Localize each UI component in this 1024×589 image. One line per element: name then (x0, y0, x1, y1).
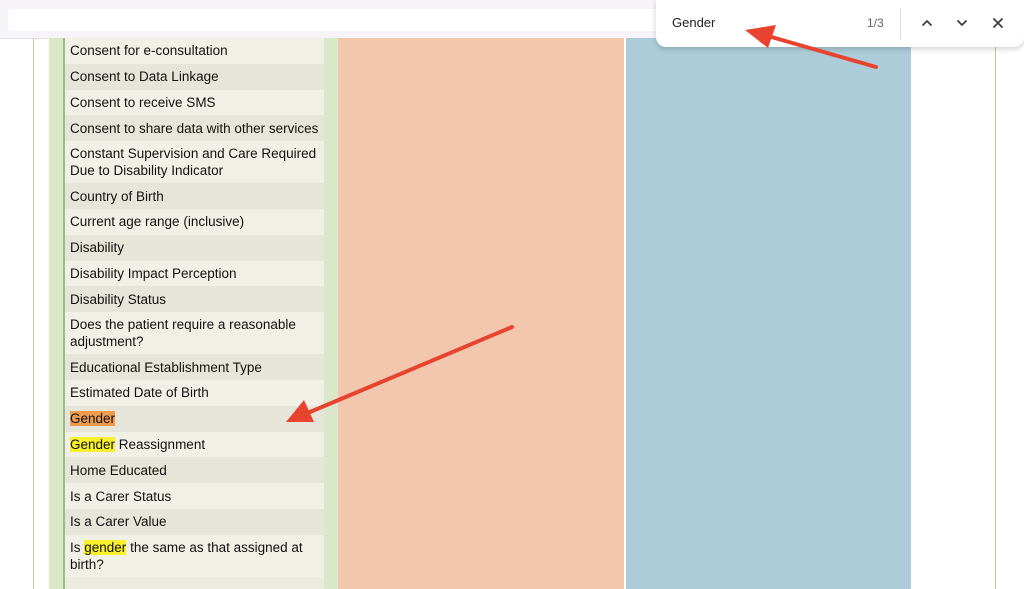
list-item-text: Consent to receive SMS (70, 94, 216, 110)
list-item: Consent to receive SMS (65, 89, 324, 116)
data-item-list: Consent for e-consultation Consent to Dat… (63, 38, 324, 589)
list-item: Gender (65, 405, 324, 432)
address-area (8, 9, 668, 31)
list-item: Is a Carer Status (65, 483, 324, 509)
next-match-button[interactable] (951, 12, 973, 34)
list-item-text: Is a Carer Status (70, 488, 172, 504)
list-item-text: Constant Supervision and Care Required D… (70, 146, 317, 179)
list-item-text: Estimated Date of Birth (70, 385, 209, 401)
list-item-text: Educational Establishment Type (70, 359, 262, 375)
list-item-text: Reassignment (115, 436, 206, 452)
list-item-text: Current age range (inclusive) (70, 214, 245, 230)
list-item-text: Consent to Data Linkage (70, 69, 219, 85)
page-frame-left (33, 38, 34, 589)
list-item-text: Country of Birth (70, 188, 164, 204)
search-match-highlight: gender (84, 539, 127, 555)
list-item-label: Is gender the same as that assigned at b… (70, 539, 319, 573)
list-item-label: Constant Supervision and Care Required D… (70, 145, 319, 179)
current-match-highlight: Gender (70, 411, 116, 427)
list-item-label: Consent to receive SMS (70, 94, 216, 111)
close-find-button[interactable] (987, 12, 1009, 34)
find-separator (900, 8, 901, 39)
list-item-text: Disability Status (70, 291, 167, 307)
close-icon (993, 18, 1003, 28)
match-count: 1/3 (867, 16, 884, 30)
list-item: Current age range (inclusive) (65, 208, 324, 235)
list-item-label: Gender (70, 410, 116, 427)
list-item: Disability Status (65, 286, 324, 313)
list-item-text: Consent for e-consultation (70, 43, 228, 59)
list-item-label: Current age range (inclusive) (70, 213, 244, 230)
list-item: Home Educated (65, 457, 324, 484)
list-item: Estimated Date of Birth (65, 379, 324, 406)
list-item: Does the patient require a reasonable ad… (65, 312, 324, 355)
list-item-label: Consent to share data with other service… (70, 120, 318, 137)
list-item-label: Consent for e-consultation (70, 42, 228, 59)
list-item-text: Does the patient require a reasonable ad… (70, 317, 296, 350)
list-item-label: Estimated Date of Birth (70, 384, 209, 401)
list-item: Is a Carer Value (65, 508, 324, 535)
page-frame-right (995, 38, 996, 589)
list-item-label: Gender Reassignment (70, 436, 205, 453)
chevron-up-icon (922, 20, 932, 26)
list-item-text: Is (70, 539, 85, 555)
search-match-highlight: Gender (70, 436, 116, 452)
list-item-label: Disability Status (70, 291, 166, 308)
list-item-text: Home Educated (70, 462, 167, 478)
list-item-label: Does the patient require a reasonable ad… (70, 316, 319, 350)
list-item-label: Home Educated (70, 462, 167, 479)
list-item-text: Is a Carer Value (70, 514, 167, 530)
list-item: Disability Impact Perception (65, 260, 324, 287)
list-item: Consent for e-consultation (65, 38, 324, 64)
list-item-label: Is a Carer Value (70, 513, 167, 530)
previous-match-button[interactable] (916, 12, 938, 34)
list-item: Is gender the same as that assigned at b… (65, 534, 324, 577)
find-in-page-bar: Gender 1/3 (656, 0, 1024, 47)
find-input[interactable]: Gender (672, 15, 715, 30)
list-item-text: Disability (70, 240, 125, 256)
list-item: Educational Establishment Type (65, 354, 324, 380)
list-item: Constant Supervision and Care Required D… (65, 141, 324, 184)
list-item: Disability (65, 234, 324, 261)
chevron-down-icon (957, 20, 967, 26)
list-item: Country of Birth (65, 183, 324, 209)
list-item: Consent to Data Linkage (65, 63, 324, 90)
list-item: Consent to share data with other service… (65, 115, 324, 142)
list-item: Gender Reassignment (65, 431, 324, 458)
table-column-salmon (338, 38, 624, 589)
list-item-text: Disability Impact Perception (70, 265, 237, 281)
list-item-label: Disability Impact Perception (70, 265, 237, 282)
list-item-label: Country of Birth (70, 188, 164, 205)
table-column-blue (626, 38, 911, 589)
list-item-label: Is a Carer Status (70, 488, 171, 505)
list-item-label: Disability (70, 239, 124, 256)
list-item-text: Consent to share data with other service… (70, 120, 319, 136)
list-item-label: Educational Establishment Type (70, 359, 262, 376)
list-item-label: Consent to Data Linkage (70, 68, 219, 85)
